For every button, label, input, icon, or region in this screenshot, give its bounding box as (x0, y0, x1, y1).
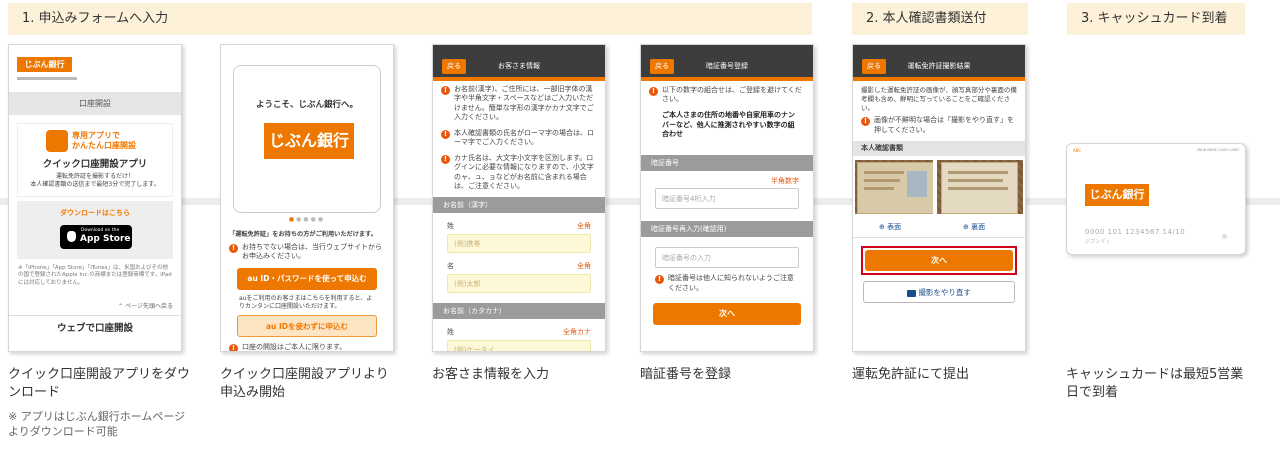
caption-3: お客さま情報を入力 (432, 367, 550, 382)
brand-logo: じぶん銀行 (17, 57, 72, 72)
screen-welcome: ようこそ、じぶん銀行へ。 じぶん銀行 ●●●●● 「運転免許証」をお持ちの方がご… (220, 44, 394, 352)
section-kanji-name: お名前（漢字） (433, 197, 605, 214)
card-number: 0000 101 1234567 14/10 (1085, 228, 1186, 236)
download-label: ダウンロードはこちら (60, 208, 130, 217)
screen-customer-info: 戻る お客さま情報 ! お名前(漢字)、ご住所には、一部旧字体の漢字や半角文字・ス… (432, 44, 606, 352)
back-zoom-link[interactable]: ⊕ 裏面 (963, 222, 985, 232)
web-open-button[interactable]: ウェブで口座開設 (9, 314, 181, 341)
carousel-dots[interactable]: ●●●●● (221, 216, 393, 223)
app-line2: かんたん口座開設 (72, 141, 136, 150)
label-mei: 名 (447, 262, 454, 271)
app-icon (46, 130, 68, 152)
welcome-text: ようこそ、じぶん銀行へ。 (255, 100, 358, 110)
screen-title: お客さま情報 (498, 62, 540, 70)
warn-3: ! カナ氏名は、大文字小文字を区別します。ログインに必要な情報になりますので、小文… (433, 154, 605, 192)
screen-pin: 戻る 暗証番号登録 ! 以下の数字の組合せは、ご登録を避けてください。 ご本人さま… (640, 44, 814, 352)
card-holder: ジブン ｷﾞﾝ (1085, 239, 1110, 245)
download-note: ※ アプリはじぶん銀行ホームページよりダウンロード可能 (8, 410, 186, 438)
pin-warning-bold: ご本人さまの住所の地番や自家用車のナンバーなど、他人に推測されやすい数字の組合わ… (662, 110, 795, 139)
pin-confirm-input[interactable]: 暗証番号の入力 (655, 247, 799, 269)
card-corner-right: JIBUN BANK CASH CARD (1196, 148, 1239, 152)
caption-6: キャッシュカードは最短5営業日で到着 (1066, 367, 1244, 400)
zoom-icon: ⊕ (963, 223, 969, 232)
warn-self: ! 口座の開設はご本人に限ります。 (221, 343, 393, 351)
step-header-2: 2. 本人確認書類送付 (852, 3, 1028, 35)
warn-2: ! 暗証番号は他人に知られないようご注意ください。 (641, 274, 813, 293)
au-note: auをご利用のお客さまはこちらを利用すると、よりカンタンに口座開設いただけます。 (239, 294, 373, 310)
screen-title: 暗証番号登録 (706, 62, 748, 70)
warning-icon: ! (861, 117, 870, 127)
license-front-photo[interactable] (855, 160, 933, 215)
partner-logos (17, 77, 77, 80)
trademark-note: ※「iPhone」「App Store」「iTunes」は、米国およびその他の国… (18, 264, 172, 287)
appstore-button[interactable]: Download on the App Store (60, 224, 132, 249)
label-sei: 姓 (447, 222, 454, 231)
topbar: 戻る お客さま情報 (433, 45, 605, 77)
result-desc: 撮影した運転免許証の画像が、顔写真部分や裏面の備考欄も含め、鮮明に写っていること… (861, 86, 1017, 112)
pin-input[interactable]: 暗証番号4桁入力 (655, 188, 799, 210)
warn-2: ! 本人確認書類の氏名がローマ字の場合は、ローマ字でご入力ください。 (433, 129, 605, 148)
app-line1: 専用アプリで (72, 131, 120, 140)
no-au-id-button[interactable]: au IDを使わずに申込む (237, 315, 377, 338)
caption-5: 運転免許証にて提出 (852, 367, 970, 382)
step-header-1: 1. 申込みフォームへ入力 (8, 3, 812, 35)
topbar: 戻る 運転免許証撮影結果 (853, 45, 1025, 77)
section-pin: 暗証番号 (641, 155, 813, 172)
app-desc: 運転免許証を撮影するだけ！ 本人確認書類の送信まで最短3分で完了します。 (30, 173, 160, 189)
appstore-big: App Store (80, 233, 131, 244)
apple-icon (67, 230, 76, 242)
retake-button[interactable]: 撮影をやり直す (863, 281, 1015, 304)
warn-1: ! 以下の数字の組合せは、ご登録を避けてください。 (641, 86, 813, 105)
mei-input[interactable]: (例)太郎 (447, 274, 591, 294)
license-back-photo[interactable] (937, 160, 1023, 215)
warning-icon: ! (229, 244, 238, 253)
cash-card: ABC JIBUN BANK CASH CARD じぶん銀行 0000 101 … (1066, 143, 1246, 255)
step-header-3: 3. キャッシュカード到着 (1067, 3, 1245, 35)
req-kana: 全角カナ (563, 328, 591, 337)
warning-icon: ! (229, 344, 238, 351)
warning-icon: ! (441, 86, 450, 95)
topbar: 戻る 暗証番号登録 (641, 45, 813, 77)
card-mark (1222, 234, 1227, 239)
section-pin-confirm: 暗証番号再入力(確認用) (641, 221, 813, 238)
zoom-icon: ⊕ (879, 223, 885, 232)
chevron-up-icon: ⌃ (118, 302, 124, 310)
warning-icon: ! (441, 154, 450, 164)
caption-4: 暗証番号を登録 (640, 367, 732, 382)
next-button-highlight: 次へ (861, 246, 1017, 276)
warning-icon: ! (649, 87, 658, 96)
warn-retake: ! 画像が不鮮明な場合は「撮影をやり直す」を押してください。 (853, 116, 1025, 135)
screen-license-result: 戻る 運転免許証撮影結果 撮影した運転免許証の画像が、顔写真部分や裏面の備考欄も… (852, 44, 1026, 352)
caption-2: クイック口座開設アプリより申込み開始 (220, 367, 389, 400)
au-id-apply-button[interactable]: au ID・パスワードを使って申込む (237, 267, 377, 290)
camera-icon (907, 289, 917, 297)
warning-icon: ! (441, 129, 450, 139)
sei-kana-input[interactable]: (例)ケータイ (447, 340, 591, 351)
warning-icon: ! (655, 275, 664, 285)
req-zenkaku: 全角 (577, 262, 591, 271)
sei-input[interactable]: (例)携帯 (447, 234, 591, 254)
caption-1: クイック口座開設アプリをダウンロード (8, 367, 191, 400)
next-button[interactable]: 次へ (865, 250, 1013, 272)
warn-1: ! お名前(漢字)、ご住所には、一部旧字体の漢字や半角文字・スペースなどはご入力い… (433, 85, 605, 123)
page-top-link[interactable]: ⌃ ページ先頭へ戻る (9, 301, 181, 310)
front-zoom-link[interactable]: ⊕ 表面 (879, 222, 901, 232)
warn-1: ! お持ちでない場合は、当行ウェブサイトからお申込みください。 (221, 243, 393, 262)
card-corner-left: ABC (1073, 148, 1082, 153)
req-hankaku: 半角数字 (771, 177, 799, 186)
next-button[interactable]: 次へ (653, 303, 801, 326)
app-title: クイック口座開設アプリ (42, 159, 148, 170)
card-logo: じぶん銀行 (1085, 184, 1149, 206)
req-zenkaku: 全角 (577, 222, 591, 231)
license-question: 「運転免許証」をお持ちの方がご利用いただけます。 (229, 231, 377, 238)
section-kana-name: お名前（カタカナ） (433, 303, 605, 320)
screen1-topbar: 口座開設 (9, 93, 181, 115)
appstore-small: Download on the (81, 227, 120, 233)
welcome-logo: じぶん銀行 (264, 123, 354, 159)
section-id-docs: 本人確認書類 (853, 141, 1025, 157)
screen-title: 運転免許証撮影結果 (907, 62, 971, 70)
label-sei-kana: 姓 (447, 328, 454, 337)
screen-app-download: じぶん銀行 口座開設 専用アプリで かんたん口座開設 クイック口座開設アプリ 運… (8, 44, 182, 352)
